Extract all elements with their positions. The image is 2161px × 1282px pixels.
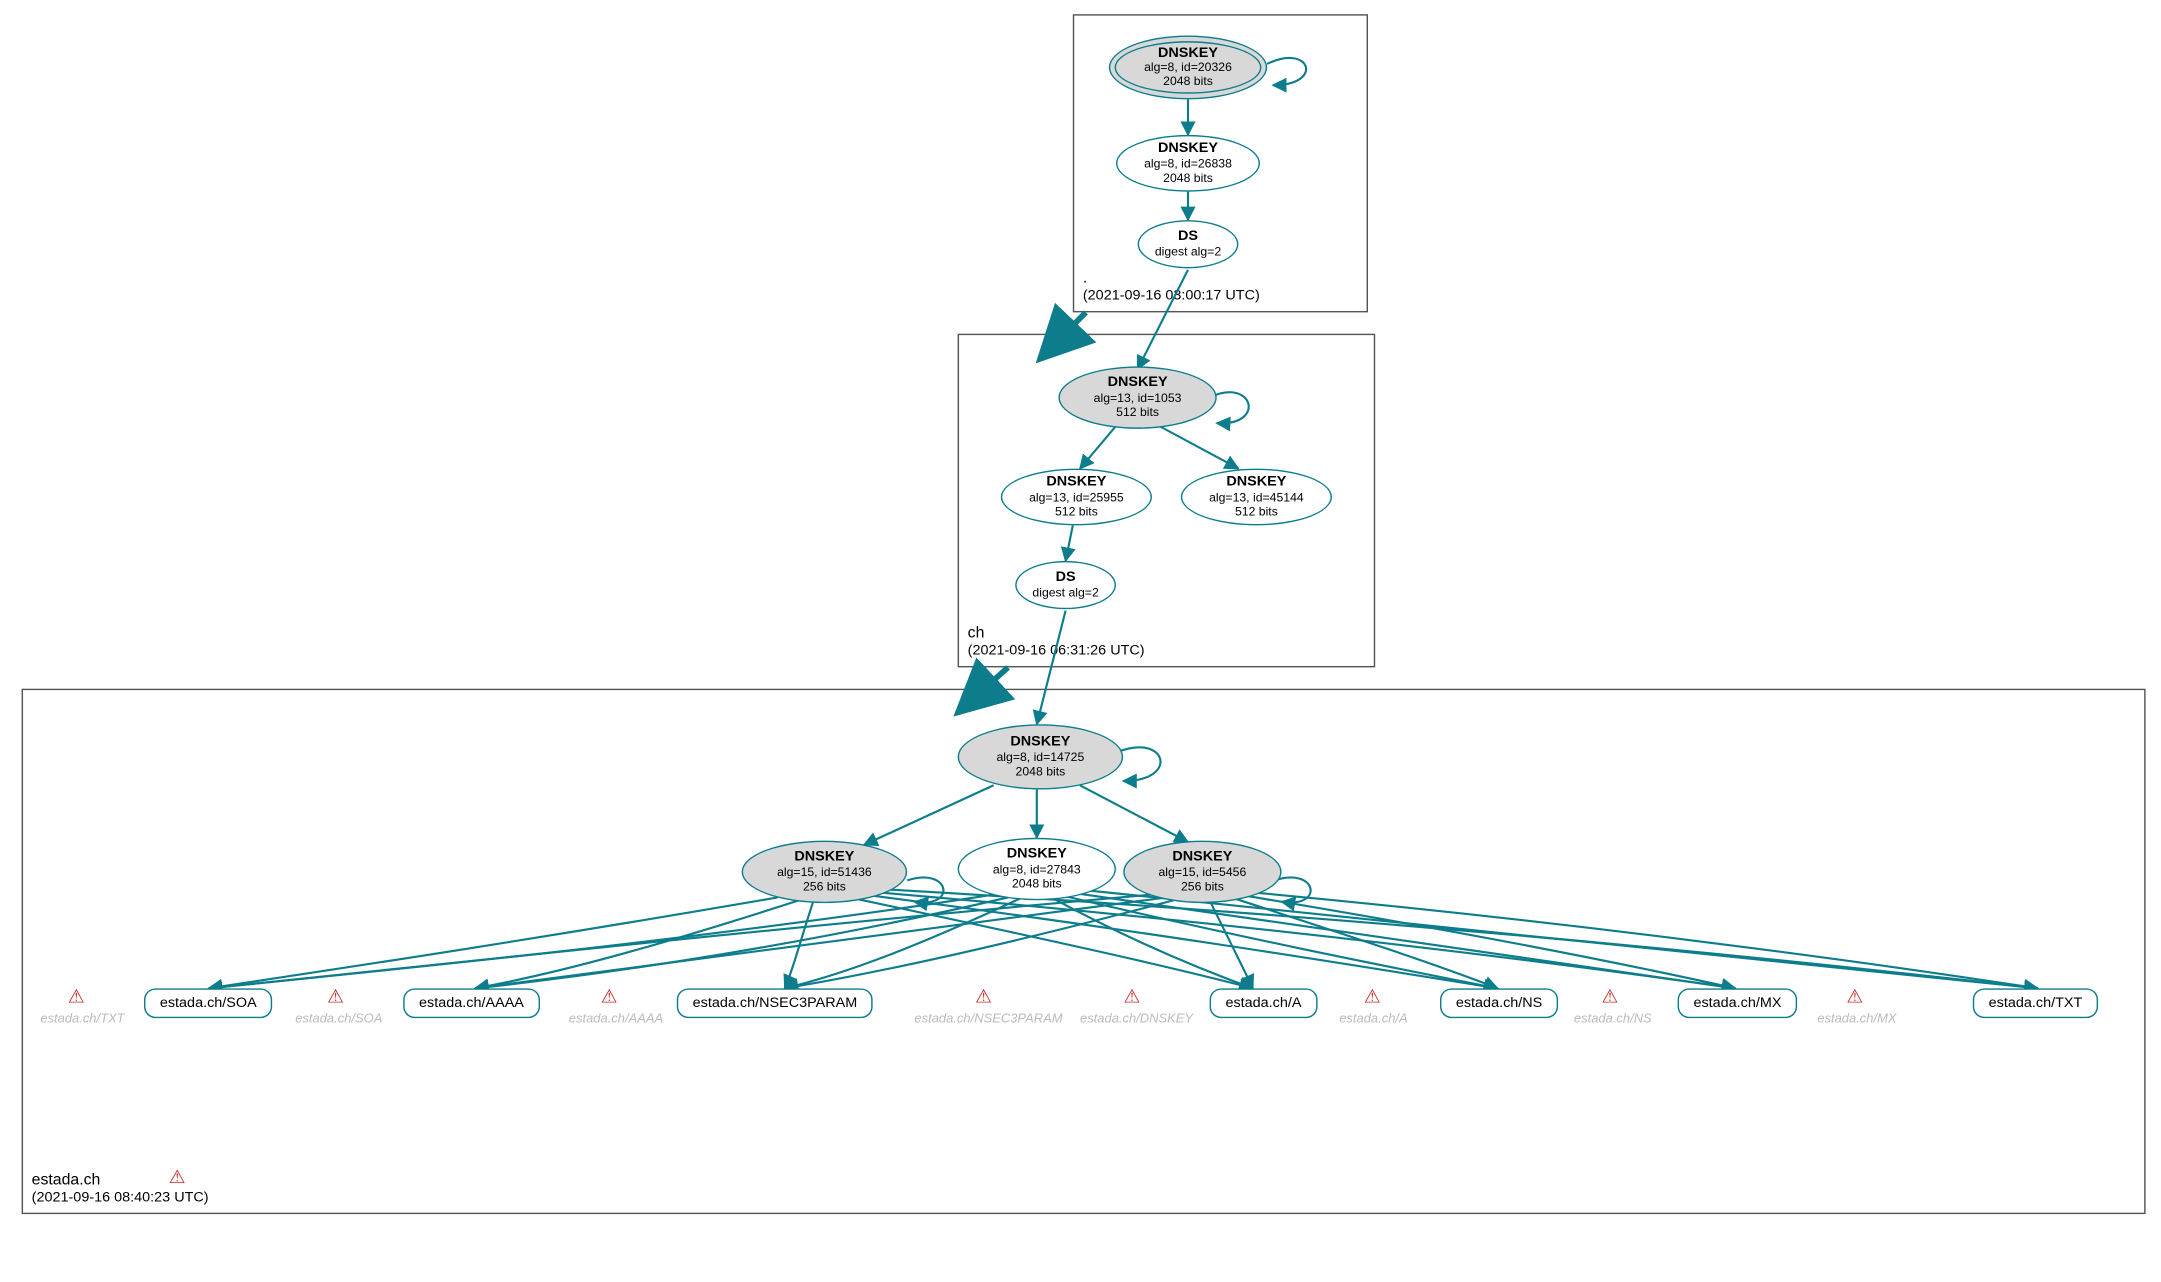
node-title: DNSKEY [1010, 735, 1070, 751]
node-sub2: 256 bits [803, 880, 846, 894]
node-title: DS [1178, 229, 1198, 245]
node-sub2: 2048 bits [1163, 171, 1213, 185]
warn-icon [1361, 987, 1384, 1007]
rrset-label: estada.ch/MX [1693, 995, 1781, 1011]
node-title: DNSKEY [1158, 141, 1218, 157]
node-ch-ksk: DNSKEY alg=13, id=1053 512 bits [1058, 366, 1216, 428]
rrset-txt: estada.ch/TXT [1973, 988, 2098, 1018]
ghost-nsec3: estada.ch/NSEC3PARAM [914, 1011, 1062, 1025]
node-sub1: alg=13, id=45144 [1209, 491, 1304, 505]
node-sub2: 256 bits [1181, 880, 1224, 894]
node-ch-ds: DS digest alg=2 [1015, 561, 1116, 609]
warn-icon [1843, 987, 1866, 1007]
rrset-label: estada.ch/NS [1456, 995, 1542, 1011]
ghost-ns: estada.ch/NS [1574, 1011, 1652, 1025]
rrset-nsec3param: estada.ch/NSEC3PARAM [677, 988, 873, 1018]
node-title: DNSKEY [794, 850, 854, 866]
zone-root-time: (2021-09-16 03:00:17 UTC) [1083, 288, 1260, 305]
node-sub1: digest alg=2 [1155, 245, 1221, 259]
rrset-a: estada.ch/A [1210, 988, 1318, 1018]
ghost-txt-left: estada.ch/TXT [40, 1011, 124, 1025]
rrset-label: estada.ch/SOA [160, 995, 257, 1011]
zone-domain-time: (2021-09-16 08:40:23 UTC) [32, 1190, 209, 1207]
node-sub1: alg=13, id=1053 [1094, 392, 1182, 406]
ghost-mx: estada.ch/MX [1817, 1011, 1896, 1025]
zone-ch-time: (2021-09-16 06:31:26 UTC) [968, 643, 1145, 660]
rrset-aaaa: estada.ch/AAAA [403, 988, 540, 1018]
node-sub2: 512 bits [1055, 505, 1098, 519]
node-sub2: 512 bits [1116, 406, 1159, 420]
zone-ch-name: ch [968, 625, 1145, 644]
warn-icon [598, 987, 621, 1007]
rrset-soa: estada.ch/SOA [144, 988, 273, 1018]
node-title: DNSKEY [1007, 847, 1067, 863]
zone-root-name: . [1083, 270, 1260, 289]
node-title: DNSKEY [1108, 376, 1168, 392]
node-sub1: alg=8, id=14725 [996, 751, 1084, 765]
node-domain-key-5456: DNSKEY alg=15, id=5456 256 bits [1123, 841, 1281, 903]
warn-icon [324, 987, 347, 1007]
rrset-label: estada.ch/TXT [1989, 995, 2083, 1011]
node-title: DNSKEY [1158, 45, 1218, 61]
node-title: DNSKEY [1046, 475, 1106, 491]
node-domain-ksk: DNSKEY alg=8, id=14725 2048 bits [958, 724, 1124, 789]
node-sub2: 2048 bits [1016, 765, 1066, 779]
node-sub2: 2048 bits [1012, 877, 1062, 891]
warn-icon [1598, 987, 1621, 1007]
rrset-label: estada.ch/A [1225, 995, 1301, 1011]
warn-icon [65, 987, 88, 1007]
warn-icon [166, 1167, 189, 1187]
warn-icon [972, 987, 995, 1007]
node-sub1: alg=8, id=27843 [993, 863, 1081, 877]
node-sub2: 512 bits [1235, 505, 1278, 519]
node-domain-key-27843: DNSKEY alg=8, id=27843 2048 bits [958, 838, 1116, 900]
rrset-label: estada.ch/AAAA [419, 995, 524, 1011]
ghost-a: estada.ch/A [1339, 1011, 1407, 1025]
node-root-ds: DS digest alg=2 [1138, 220, 1239, 268]
node-root-zsk: DNSKEY alg=8, id=26838 2048 bits [1116, 135, 1260, 192]
node-root-ksk: DNSKEY alg=8, id=20326 2048 bits [1109, 36, 1267, 100]
node-title: DS [1056, 570, 1076, 586]
node-domain-key-51436: DNSKEY alg=15, id=51436 256 bits [742, 841, 908, 903]
node-sub2: 2048 bits [1163, 76, 1213, 90]
node-title: DNSKEY [1226, 475, 1286, 491]
node-sub1: alg=15, id=5456 [1158, 866, 1246, 880]
node-ch-zsk1: DNSKEY alg=13, id=25955 512 bits [1001, 469, 1152, 526]
rrset-mx: estada.ch/MX [1678, 988, 1798, 1018]
rrset-ns: estada.ch/NS [1440, 988, 1558, 1018]
node-sub1: alg=8, id=26838 [1144, 158, 1232, 172]
ghost-dnskey: estada.ch/DNSKEY [1080, 1011, 1193, 1025]
node-sub1: digest alg=2 [1032, 586, 1098, 600]
node-sub1: alg=13, id=25955 [1029, 491, 1124, 505]
node-sub1: alg=15, id=51436 [777, 866, 872, 880]
node-title: DNSKEY [1172, 850, 1232, 866]
node-ch-zsk2: DNSKEY alg=13, id=45144 512 bits [1181, 469, 1332, 526]
warn-icon [1120, 987, 1143, 1007]
ghost-aaaa: estada.ch/AAAA [569, 1011, 663, 1025]
ghost-soa: estada.ch/SOA [295, 1011, 382, 1025]
rrset-label: estada.ch/NSEC3PARAM [693, 995, 858, 1011]
